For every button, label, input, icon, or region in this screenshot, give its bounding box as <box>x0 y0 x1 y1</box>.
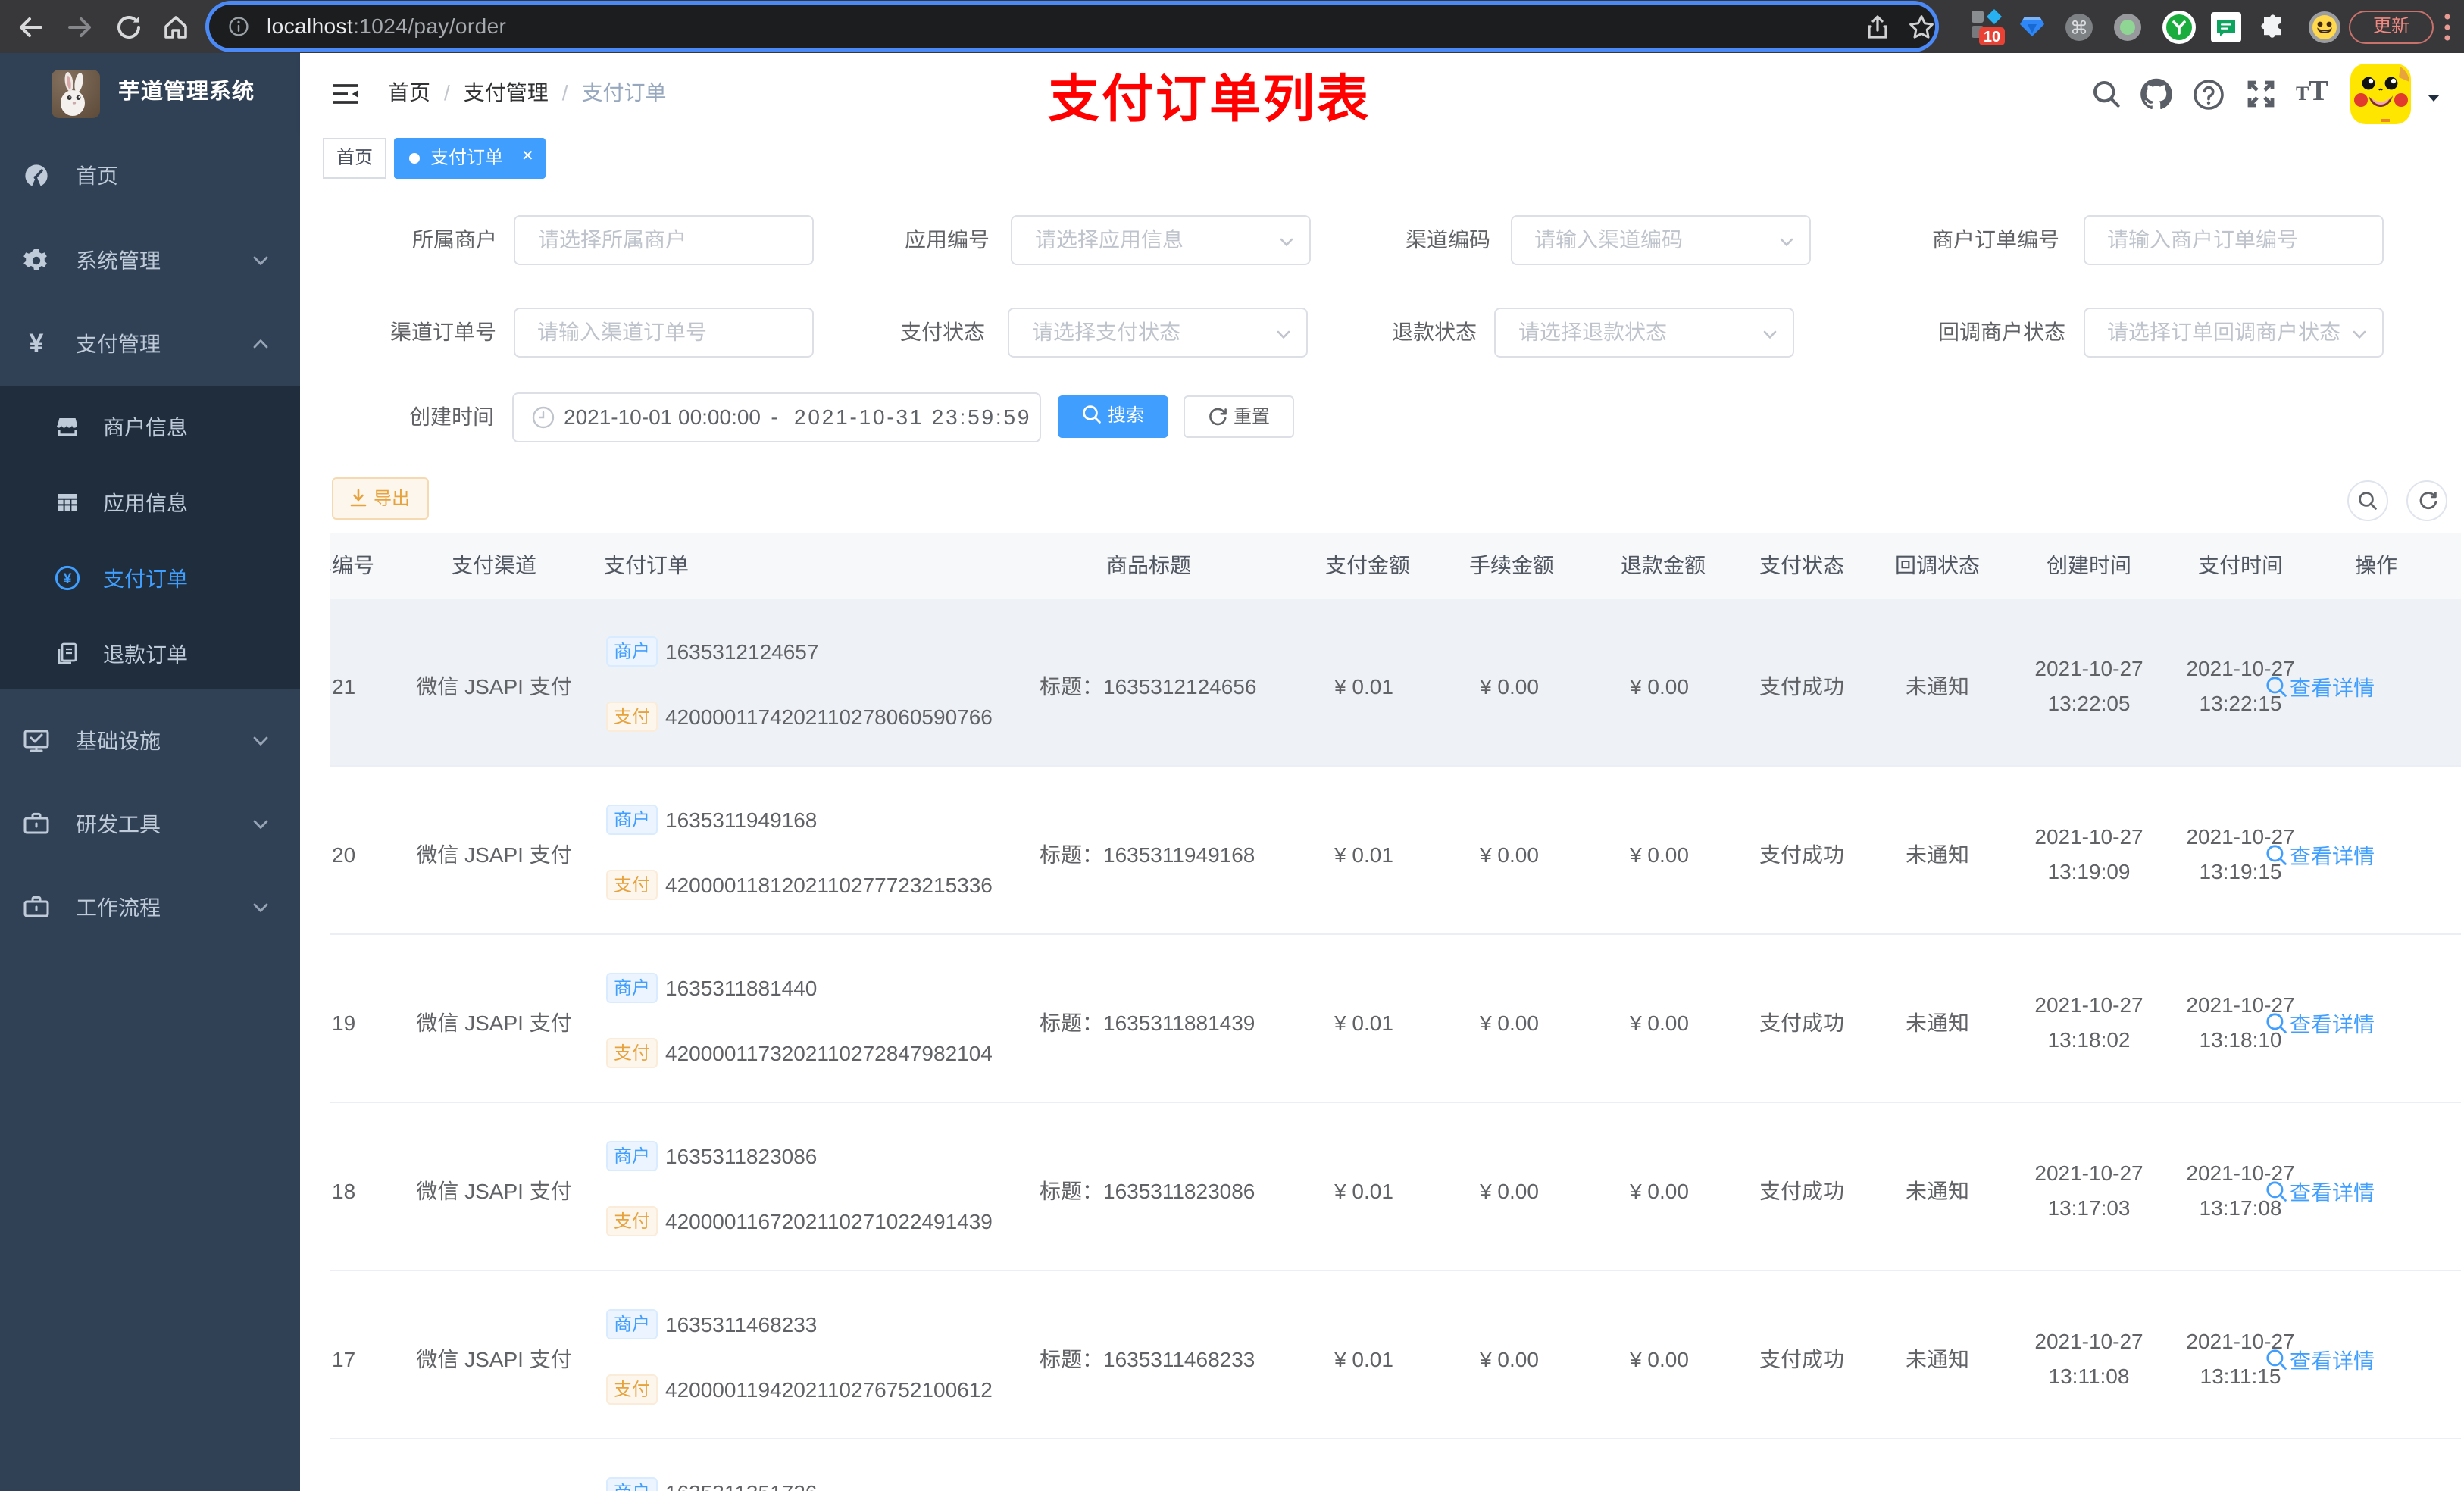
svg-text:10: 10 <box>1984 29 2000 45</box>
svg-text:¥: ¥ <box>64 570 72 586</box>
svg-text:⌘: ⌘ <box>2070 17 2088 38</box>
